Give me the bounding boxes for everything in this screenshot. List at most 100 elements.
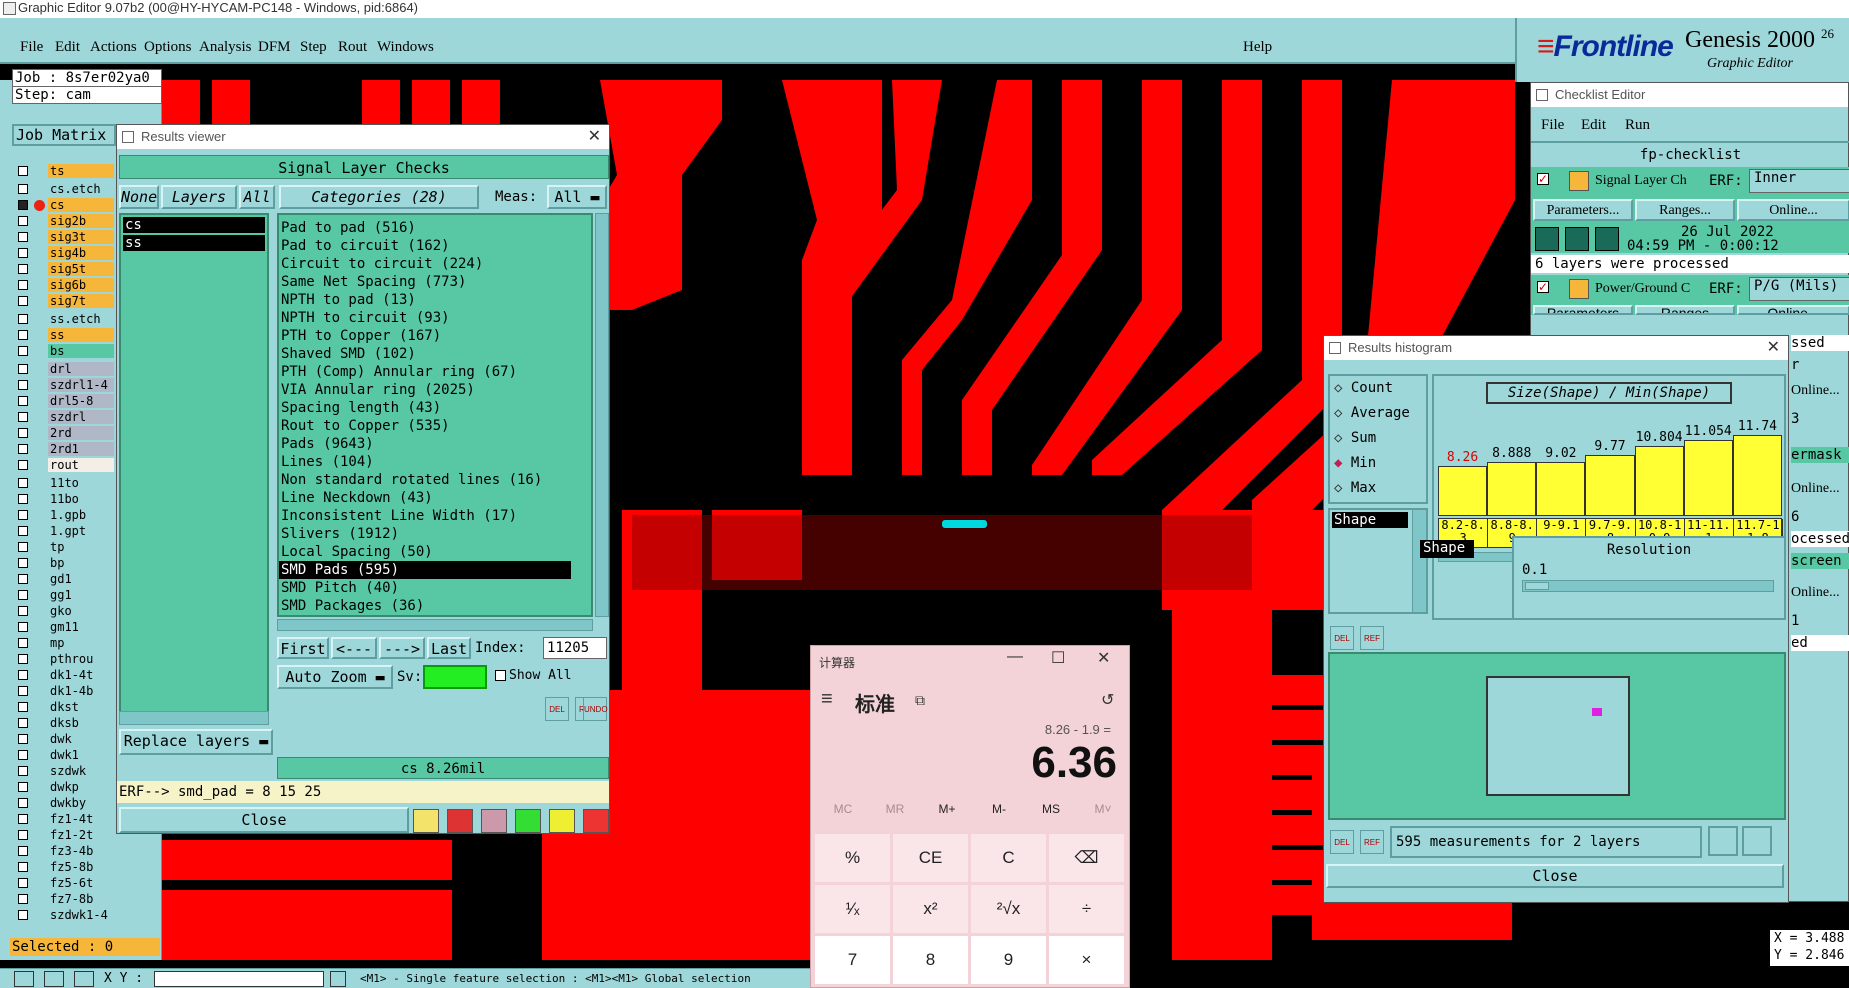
layer-row-dk1-4b[interactable]: dk1-4b — [18, 684, 114, 698]
layer-row-bp[interactable]: bp — [18, 556, 114, 570]
layer-checkbox[interactable] — [18, 750, 28, 760]
undo-icon[interactable]: UNDO — [583, 697, 608, 721]
layer-checkbox[interactable] — [18, 346, 28, 356]
category-item[interactable]: Line Neckdown (43) — [279, 489, 571, 507]
layer-checkbox[interactable] — [18, 718, 28, 728]
run-all-icon[interactable] — [1565, 227, 1589, 251]
layer-checkbox[interactable] — [18, 878, 28, 888]
histogram-icon[interactable] — [583, 809, 609, 833]
exclude-icon[interactable] — [481, 809, 507, 833]
category-item[interactable]: Pad to circuit (162) — [279, 237, 571, 255]
menu-analysis[interactable]: Analysis — [199, 39, 252, 56]
layer-checkbox[interactable] — [18, 478, 28, 488]
layer-row-fz7-8b[interactable]: fz7-8b — [18, 892, 114, 906]
item1-checkbox[interactable]: ✓ — [1537, 173, 1549, 185]
categories-list[interactable]: Pad to pad (516) Pad to circuit (162) Circ… — [277, 213, 593, 617]
histogram-bar[interactable] — [1536, 462, 1586, 516]
histogram-bar[interactable] — [1585, 455, 1635, 516]
radio-icon[interactable]: ◇ — [1334, 430, 1351, 446]
index-field[interactable]: 11205 — [543, 637, 607, 659]
layer-row-11bo[interactable]: 11bo — [18, 492, 114, 506]
slider-thumb[interactable] — [1525, 582, 1549, 590]
mode-count[interactable]: ◇ Count — [1334, 380, 1393, 396]
layer-row-gm11[interactable]: gm11 — [18, 620, 114, 634]
frag-online-2[interactable]: Online... — [1791, 383, 1840, 399]
layer-checkbox[interactable] — [18, 444, 28, 454]
item1-erf-value[interactable]: Inner — [1749, 169, 1849, 193]
key-reciprocal[interactable]: ¹⁄ₓ — [815, 885, 890, 933]
auto-zoom-select[interactable]: Auto Zoom ▬ — [277, 665, 393, 689]
shape-scrollbar[interactable] — [1412, 510, 1426, 612]
radio-icon[interactable]: ◆ — [1334, 455, 1351, 471]
category-item[interactable]: NPTH to circuit (93) — [279, 309, 571, 327]
menu-step[interactable]: Step — [300, 39, 327, 56]
radio-icon[interactable]: ◇ — [1334, 405, 1351, 421]
checklist-menu-file[interactable]: File — [1541, 117, 1564, 134]
layer-row-dwkby[interactable]: dwkby — [18, 796, 114, 810]
mode-min[interactable]: ◆ Min — [1334, 455, 1376, 471]
run-icon[interactable] — [1535, 227, 1559, 251]
history-icon[interactable]: ↺ — [1101, 690, 1114, 710]
layers-button[interactable]: Layers — [161, 185, 237, 209]
histogram-bar[interactable] — [1634, 446, 1684, 516]
category-item[interactable]: PTH to Copper (167) — [279, 327, 571, 345]
layer-row-bs[interactable]: bs — [18, 344, 114, 358]
histogram-bar[interactable] — [1438, 466, 1488, 516]
layer-checkbox[interactable] — [18, 590, 28, 600]
key-sqrt[interactable]: ²√x — [971, 885, 1046, 933]
pause-icon[interactable] — [330, 971, 346, 987]
layer-row-drl[interactable]: drl — [18, 362, 114, 376]
layer-checkbox[interactable] — [18, 862, 28, 872]
categories-hscrollbar[interactable] — [277, 619, 593, 631]
categories-scrollbar[interactable] — [595, 213, 609, 617]
layer-checkbox[interactable] — [18, 766, 28, 776]
radio-icon[interactable]: ◇ — [1334, 380, 1351, 396]
category-item[interactable]: SMD Pitch (40) — [279, 579, 571, 597]
category-item[interactable]: PTH (Comp) Annular ring (67) — [279, 363, 571, 381]
memory-mr-button[interactable]: MR — [873, 802, 917, 816]
layer-row-sig7t[interactable]: sig7t — [18, 294, 114, 308]
layer-checkbox[interactable] — [18, 670, 28, 680]
layer-checkbox[interactable] — [18, 654, 28, 664]
all-button[interactable]: All — [239, 185, 275, 209]
layer-checkbox[interactable] — [18, 412, 28, 422]
category-item[interactable]: Circuit to circuit (224) — [279, 255, 571, 273]
menu-windows[interactable]: Windows — [377, 39, 434, 56]
report-icon[interactable] — [413, 809, 439, 833]
memory-mc-button[interactable]: MC — [821, 802, 865, 816]
layer-checkbox[interactable] — [18, 910, 28, 920]
layer-checkbox[interactable] — [18, 296, 28, 306]
meas-select[interactable]: All ▬ — [547, 185, 607, 209]
memory-m-plus-button[interactable]: M+ — [925, 802, 969, 816]
layer-row-2rd[interactable]: 2rd — [18, 426, 114, 440]
layer-row-sig5t[interactable]: sig5t — [18, 262, 114, 276]
category-item[interactable]: Spacing length (43) — [279, 399, 571, 417]
key-ce[interactable]: CE — [893, 834, 968, 882]
grid-tool-icon[interactable] — [74, 971, 94, 987]
layer-row-dksb[interactable]: dksb — [18, 716, 114, 730]
layer-row-dkst[interactable]: dkst — [18, 700, 114, 714]
layer-row-szdwk[interactable]: szdwk — [18, 764, 114, 778]
layer-checkbox[interactable] — [18, 782, 28, 792]
layer-row-1-gpb[interactable]: 1.gpb — [18, 508, 114, 522]
layer-row-fz1-2t[interactable]: fz1-2t — [18, 828, 114, 842]
show-all-checkbox[interactable] — [495, 670, 506, 681]
histogram-close-button[interactable]: Close — [1326, 864, 1784, 888]
menu-icon[interactable]: ≡ — [821, 688, 833, 711]
close-icon[interactable]: ✕ — [1097, 648, 1110, 668]
layer-checkbox[interactable] — [18, 314, 28, 324]
layer-checkbox[interactable] — [18, 830, 28, 840]
categories-button[interactable]: Categories (28) — [279, 185, 479, 209]
key-backspace[interactable]: ⌫ — [1049, 834, 1124, 882]
layer-row-gg1[interactable]: gg1 — [18, 588, 114, 602]
layer-row-sig4b[interactable]: sig4b — [18, 246, 114, 260]
layer-checkbox[interactable] — [18, 264, 28, 274]
layer-row-mp[interactable]: mp — [18, 636, 114, 650]
layer-checkbox[interactable] — [18, 280, 28, 290]
layer-checkbox[interactable] — [18, 364, 28, 374]
category-item[interactable]: Pad to pad (516) — [279, 219, 571, 237]
list-icon[interactable] — [549, 809, 575, 833]
layer-checkbox[interactable] — [18, 380, 28, 390]
layer-checkbox[interactable] — [18, 428, 28, 438]
hist-del-icon-2[interactable]: DEL — [1330, 830, 1354, 854]
